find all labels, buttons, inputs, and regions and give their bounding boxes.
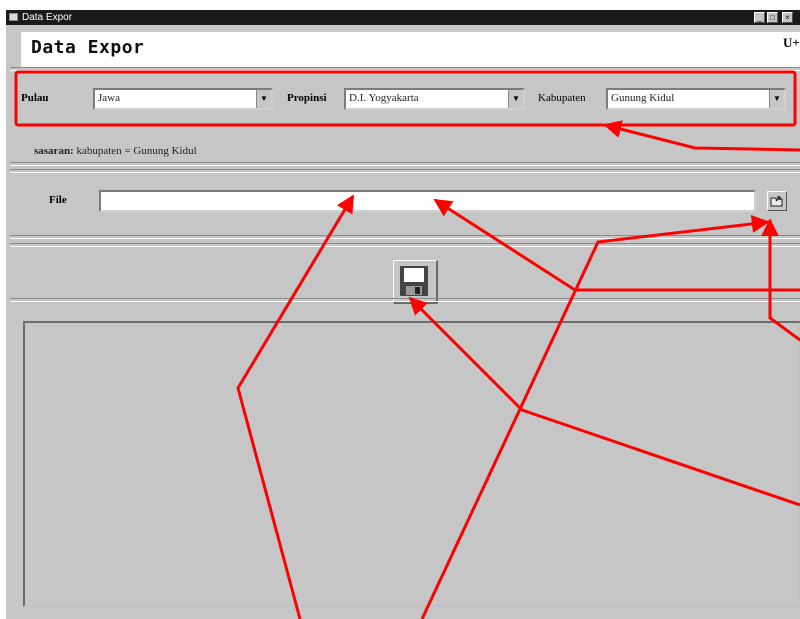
open-folder-icon bbox=[770, 196, 783, 207]
window-title: Data Expor bbox=[22, 12, 73, 23]
propinsi-label: Propinsi bbox=[287, 92, 327, 104]
propinsi-select[interactable]: D.I. Yogyakarta ▼ bbox=[344, 88, 525, 110]
close-button[interactable]: × bbox=[782, 12, 793, 23]
divider bbox=[10, 162, 800, 166]
divider bbox=[10, 235, 800, 239]
filter-summary-label: sasaran: bbox=[34, 145, 74, 157]
file-path-input[interactable] bbox=[99, 190, 756, 212]
maximize-button[interactable]: □ bbox=[767, 12, 778, 23]
divider bbox=[10, 298, 800, 302]
pulau-select[interactable]: Jawa ▼ bbox=[93, 88, 273, 110]
header-panel: Data Expor U+ bbox=[21, 32, 800, 68]
divider bbox=[10, 243, 800, 247]
kabupaten-value: Gunung Kidul bbox=[611, 92, 675, 104]
divider bbox=[10, 169, 800, 173]
kabupaten-label: Kabupaten bbox=[538, 92, 586, 104]
filter-summary-value: kabupaten = Gunung Kidul bbox=[76, 145, 197, 157]
browse-button[interactable] bbox=[767, 191, 787, 211]
pulau-label: Pulau bbox=[21, 92, 49, 104]
divider bbox=[10, 67, 800, 71]
chevron-down-icon[interactable]: ▼ bbox=[256, 90, 271, 108]
exit-button[interactable]: U+ bbox=[783, 35, 800, 57]
chevron-down-icon[interactable]: ▼ bbox=[769, 90, 784, 108]
kabupaten-select[interactable]: Gunung Kidul ▼ bbox=[606, 88, 786, 110]
title-bar: Data Expor _ □ × bbox=[6, 10, 800, 25]
filter-summary: sasaran: kabupaten = Gunung Kidul bbox=[34, 145, 197, 157]
pulau-value: Jawa bbox=[98, 92, 120, 104]
floppy-disk-icon bbox=[400, 266, 428, 296]
file-label: File bbox=[49, 194, 67, 206]
minimize-button[interactable]: _ bbox=[754, 12, 765, 23]
chevron-down-icon[interactable]: ▼ bbox=[508, 90, 523, 108]
page-title: Data Expor bbox=[31, 37, 145, 58]
propinsi-value: D.I. Yogyakarta bbox=[349, 92, 419, 104]
output-panel bbox=[23, 321, 800, 607]
data-expor-window: Data Expor _ □ × Data Expor U+ Pulau Jaw… bbox=[5, 9, 800, 619]
app-icon bbox=[9, 13, 18, 21]
